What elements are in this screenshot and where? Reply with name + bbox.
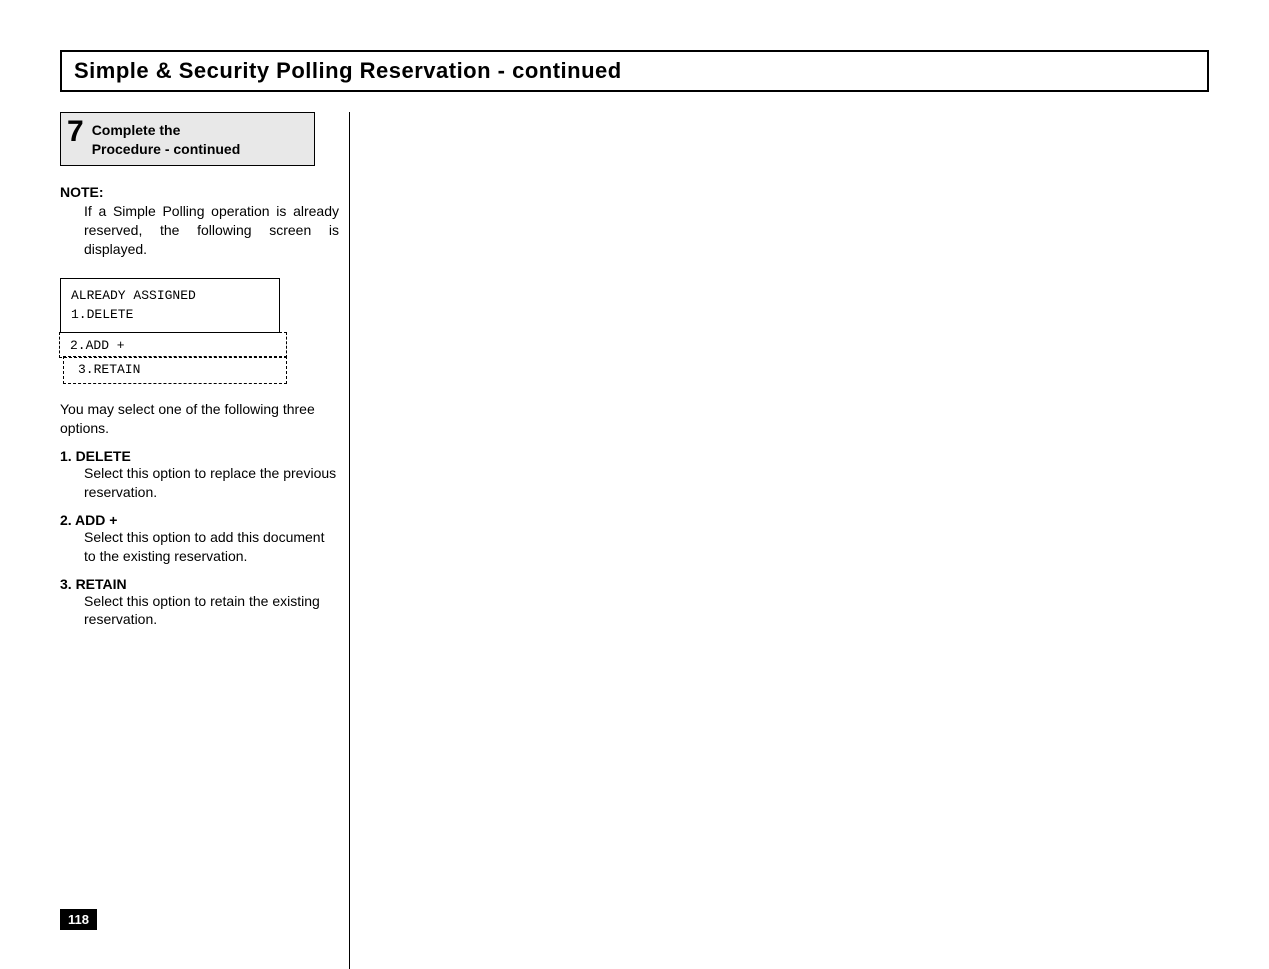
option-body: Select this option to retain the existin… (60, 592, 339, 630)
lcd-line-1: ALREADY ASSIGNED (71, 287, 269, 305)
option-add: 2. ADD + Select this option to add this … (60, 512, 339, 566)
section-title: Simple & Security Polling Reservation - … (74, 58, 1195, 84)
step-box: 7 Complete the Procedure - continued (60, 112, 315, 166)
option-retain: 3. RETAIN Select this option to retain t… (60, 576, 339, 630)
option-body: Select this option to replace the previo… (60, 464, 339, 502)
option-label: 1. DELETE (60, 448, 339, 464)
option-delete: 1. DELETE Select this option to replace … (60, 448, 339, 502)
lcd-line-3: 2.ADD + (70, 337, 276, 355)
note-body: If a Simple Polling operation is already… (60, 202, 339, 259)
step-number: 7 (67, 117, 84, 147)
lcd-screen-illustration: ALREADY ASSIGNED 1.DELETE 2.ADD + 3.RETA… (60, 278, 339, 384)
page-number: 118 (60, 909, 97, 930)
step-text: Complete the Procedure - continued (92, 117, 241, 159)
option-body: Select this option to add this document … (60, 528, 339, 566)
lcd-line-4: 3.RETAIN (78, 361, 276, 379)
page-content: Simple & Security Polling Reservation - … (0, 0, 1269, 969)
lcd-line-2: 1.DELETE (71, 306, 269, 324)
note-label: NOTE: (60, 184, 339, 200)
left-column: 7 Complete the Procedure - continued NOT… (60, 112, 350, 969)
lcd-screen-sub2: 3.RETAIN (63, 356, 287, 384)
lcd-screen-sub1: 2.ADD + (59, 332, 287, 358)
options-intro: You may select one of the following thre… (60, 400, 339, 438)
option-label: 2. ADD + (60, 512, 339, 528)
step-line1: Complete the (92, 122, 181, 138)
note-block: NOTE: If a Simple Polling operation is a… (60, 184, 339, 259)
section-title-bar: Simple & Security Polling Reservation - … (60, 50, 1209, 92)
lcd-screen-main: ALREADY ASSIGNED 1.DELETE (60, 278, 280, 332)
step-line2: Procedure - continued (92, 141, 241, 157)
option-label: 3. RETAIN (60, 576, 339, 592)
